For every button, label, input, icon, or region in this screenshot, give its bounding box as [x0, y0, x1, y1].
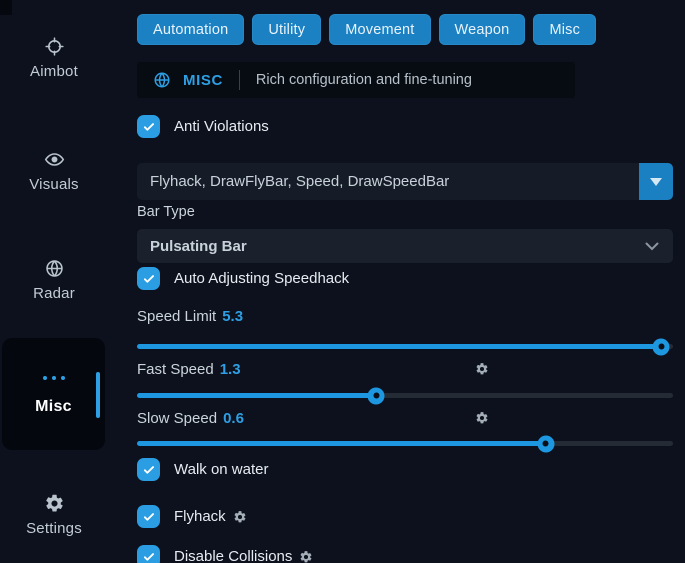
slider-value: 5.3	[222, 308, 243, 325]
section-header: MISC Rich configuration and fine-tuning	[137, 62, 575, 98]
sidebar-item-label: Visuals	[8, 176, 100, 193]
divider	[239, 70, 240, 90]
toggle-label-text: Disable Collisions	[174, 548, 292, 563]
toggle-label-text: Flyhack	[174, 508, 226, 525]
eye-icon	[8, 149, 100, 170]
checkbox-checked[interactable]	[137, 458, 160, 481]
globe-icon	[153, 71, 171, 89]
triangle-down-icon	[650, 178, 662, 186]
select-value: Pulsating Bar	[137, 238, 247, 255]
slider-thumb[interactable]	[537, 435, 554, 452]
corner-notch	[0, 0, 12, 15]
chevron-down-icon	[645, 242, 659, 251]
slider-thumb[interactable]	[653, 338, 670, 355]
slider-label: Slow Speed	[137, 410, 217, 427]
gear-icon[interactable]	[299, 550, 313, 563]
checkbox-checked[interactable]	[137, 115, 160, 138]
auto-adjusting-speedhack-toggle[interactable]: Auto Adjusting Speedhack	[137, 267, 349, 290]
globe-icon	[8, 258, 100, 279]
tab-weapon[interactable]: Weapon	[439, 14, 526, 45]
toggle-label: Flyhack	[174, 508, 247, 525]
bar-type-select[interactable]: Pulsating Bar	[137, 229, 673, 263]
ellipsis-icon	[2, 376, 105, 380]
slider-thumb[interactable]	[368, 387, 385, 404]
slow-speed-slider[interactable]	[137, 441, 673, 446]
walk-on-water-toggle[interactable]: Walk on water	[137, 458, 268, 481]
gear-icon	[8, 493, 100, 514]
checkbox-checked[interactable]	[137, 505, 160, 528]
bar-type-label: Bar Type	[137, 204, 195, 220]
category-tabs: Automation Utility Movement Weapon Misc	[137, 14, 596, 45]
multiselect-dropdown-button[interactable]	[639, 163, 673, 200]
section-description: Rich configuration and fine-tuning	[256, 72, 472, 88]
slow-speed-label: Slow Speed 0.6	[137, 410, 673, 427]
slider-fill	[137, 344, 661, 349]
tab-movement[interactable]: Movement	[329, 14, 430, 45]
toggle-label-text: Walk on water	[174, 461, 268, 478]
gear-icon[interactable]	[475, 411, 489, 425]
sidebar-item-visuals[interactable]: Visuals	[8, 149, 100, 193]
slider-label: Speed Limit	[137, 308, 216, 325]
section-title: MISC	[183, 72, 223, 89]
sidebar-item-radar[interactable]: Radar	[8, 258, 100, 302]
tab-automation[interactable]: Automation	[137, 14, 244, 45]
gear-icon[interactable]	[233, 510, 247, 524]
gear-icon[interactable]	[475, 362, 489, 376]
toggle-label: Walk on water	[174, 461, 268, 478]
checkbox-checked[interactable]	[137, 545, 160, 563]
sidebar-item-settings[interactable]: Settings	[8, 493, 100, 537]
flyhack-toggle[interactable]: Flyhack	[137, 505, 247, 528]
tab-misc[interactable]: Misc	[533, 14, 596, 45]
app-window: Aimbot Visuals Radar Misc Settings	[0, 0, 685, 563]
slider-label: Fast Speed	[137, 361, 214, 378]
sidebar-item-label: Misc	[2, 398, 105, 416]
sidebar-item-label: Aimbot	[8, 63, 100, 80]
slider-value: 1.3	[220, 361, 241, 378]
disable-collisions-toggle[interactable]: Disable Collisions	[137, 545, 313, 563]
toggle-label: Disable Collisions	[174, 548, 313, 563]
anti-violations-toggle[interactable]: Anti Violations	[137, 115, 269, 138]
slider-value: 0.6	[223, 410, 244, 427]
slider-fill	[137, 393, 376, 398]
multiselect-value: Flyhack, DrawFlyBar, Speed, DrawSpeedBar	[137, 173, 449, 190]
speed-limit-label: Speed Limit 5.3	[137, 308, 673, 325]
sidebar-item-misc[interactable]: Misc	[2, 338, 105, 450]
toggle-label: Auto Adjusting Speedhack	[174, 270, 349, 287]
sidebar-item-label: Settings	[8, 520, 100, 537]
sidebar-item-label: Radar	[8, 285, 100, 302]
crosshair-icon	[8, 36, 100, 57]
tab-utility[interactable]: Utility	[252, 14, 321, 45]
speed-limit-slider[interactable]	[137, 344, 673, 349]
fast-speed-label: Fast Speed 1.3	[137, 361, 673, 378]
feature-multiselect[interactable]: Flyhack, DrawFlyBar, Speed, DrawSpeedBar	[137, 163, 673, 200]
checkbox-checked[interactable]	[137, 267, 160, 290]
selected-indicator	[96, 372, 100, 418]
fast-speed-slider[interactable]	[137, 393, 673, 398]
sidebar-item-aimbot[interactable]: Aimbot	[8, 36, 100, 80]
slider-fill	[137, 441, 546, 446]
toggle-label: Anti Violations	[174, 118, 269, 135]
